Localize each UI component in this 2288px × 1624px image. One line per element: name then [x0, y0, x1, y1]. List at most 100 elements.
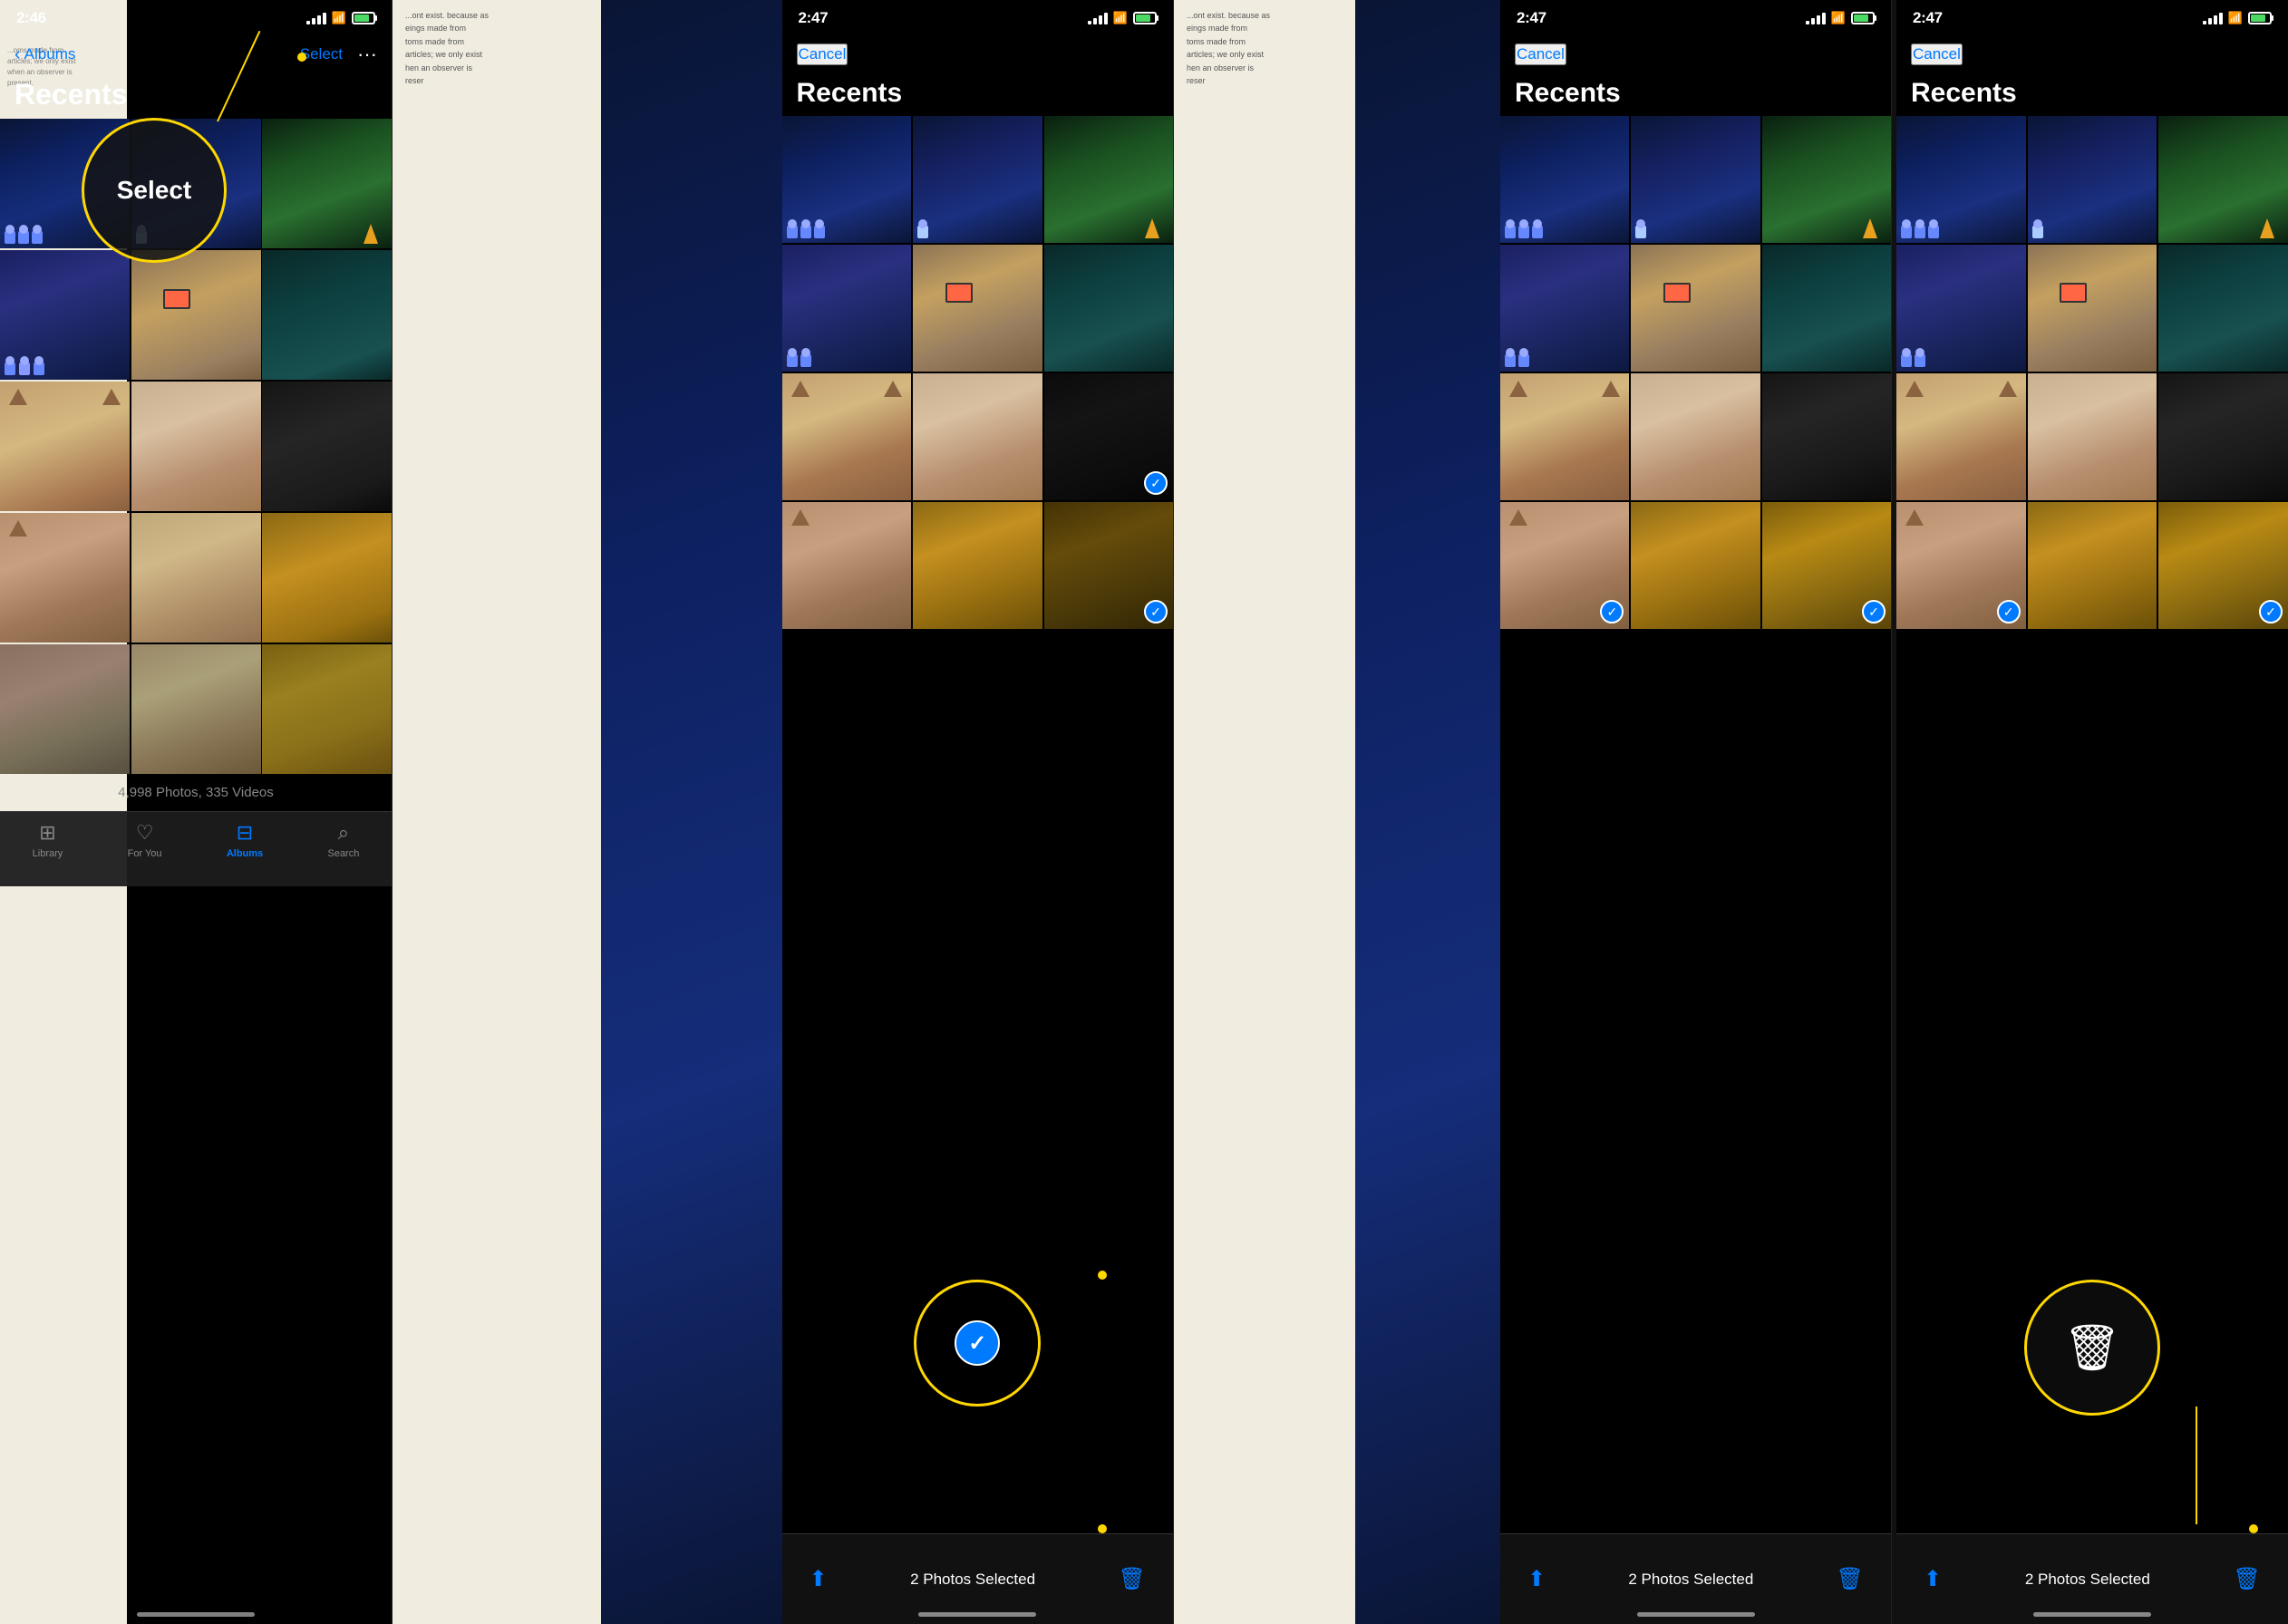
nav-3a: Cancel [1500, 34, 1891, 74]
tab-search[interactable]: ⌕ Search [327, 821, 359, 859]
p2-cell-5[interactable] [913, 245, 1042, 372]
tab-search-label: Search [327, 848, 359, 859]
status-bar-1: 2:46 📶 [0, 0, 392, 34]
photo-cell-1-5[interactable] [131, 250, 261, 380]
share-icon-2[interactable]: ⬆ [810, 1566, 828, 1592]
p2-cell-12-selected[interactable]: ✓ [1044, 502, 1174, 629]
p3a-cell-10[interactable]: ✓ [1500, 502, 1629, 629]
tab-library[interactable]: ⊞ Library [33, 821, 63, 859]
select-check-1: ✓ [1144, 471, 1168, 495]
back-button-1[interactable]: ‹ Albums [15, 44, 75, 65]
wifi-icon-2: 📶 [1113, 11, 1128, 25]
photo-cell-1-3[interactable] [262, 119, 392, 248]
select-check-3a: ✓ [1600, 600, 1624, 624]
chevron-left-icon: ‹ [15, 44, 21, 65]
photo-cell-1-14[interactable] [131, 644, 261, 774]
nav-actions-1: Select ··· [300, 43, 377, 66]
tab-bar-1: ⊞ Library ♡ For You ⊟ Albums ⌕ Search [0, 811, 392, 886]
albums-icon: ⊟ [237, 821, 253, 845]
time-1: 2:46 [16, 9, 46, 27]
photo-cell-1-9[interactable] [262, 382, 392, 511]
delete-icon-2[interactable]: 🗑 [1119, 1566, 1146, 1592]
select-check-3a-2: ✓ [1862, 600, 1886, 624]
trash-icon-large: 🗑 [2063, 1321, 2120, 1375]
delete-icon-3b[interactable]: 🗑 [2234, 1566, 2261, 1592]
p3a-cell-5[interactable] [1631, 245, 1760, 372]
battery-icon [352, 12, 375, 24]
p3a-cell-8[interactable] [1631, 373, 1760, 500]
panel-3-container: ...ont exist. because as eings made from… [1174, 0, 2288, 1624]
p3b-cell-8[interactable] [2028, 373, 2157, 500]
photo-cell-1-1[interactable] [0, 119, 130, 248]
p3b-cell-1[interactable] [1896, 116, 2026, 243]
select-check-3b-2: ✓ [2259, 600, 2283, 624]
signal-icon-3a [1806, 13, 1826, 24]
cancel-button-3a[interactable]: Cancel [1515, 44, 1566, 65]
cancel-button-3b[interactable]: Cancel [1911, 44, 1963, 65]
article-panel-3: ...ont exist. because as eings made from… [1174, 0, 1500, 1624]
p2-cell-3[interactable] [1044, 116, 1174, 243]
photo-cell-1-2[interactable] [131, 119, 261, 248]
wifi-icon-3b: 📶 [2228, 11, 2243, 25]
wifi-icon: 📶 [332, 11, 346, 25]
check-badge: ✓ [955, 1320, 1000, 1366]
p3b-cell-9[interactable] [2158, 373, 2288, 500]
photo-cell-1-15[interactable] [262, 644, 392, 774]
p3b-cell-6[interactable] [2158, 245, 2288, 372]
p3a-cell-3[interactable] [1762, 116, 1891, 243]
photo-cell-1-8[interactable] [131, 382, 261, 511]
select-button-1[interactable]: Select [300, 45, 343, 63]
callout-line-trash [2196, 1406, 2197, 1524]
share-icon-3a[interactable]: ⬆ [1527, 1566, 1546, 1592]
p2-cell-4[interactable] [782, 245, 912, 372]
p3a-cell-2[interactable] [1631, 116, 1760, 243]
photo-cell-1-12[interactable] [262, 513, 392, 643]
p3a-cell-6[interactable] [1762, 245, 1891, 372]
photo-cell-1-11[interactable] [131, 513, 261, 643]
photo-cell-1-6[interactable] [262, 250, 392, 380]
p3a-cell-1[interactable] [1500, 116, 1629, 243]
p2-cell-8[interactable] [913, 373, 1042, 500]
panel-title-2: Recents [782, 74, 1174, 116]
p3b-cell-7[interactable] [1896, 373, 2026, 500]
p2-cell-1[interactable] [782, 116, 912, 243]
p3b-cell-2[interactable] [2028, 116, 2157, 243]
p2-cell-2[interactable] [913, 116, 1042, 243]
cancel-button-2[interactable]: Cancel [797, 44, 848, 65]
p3b-cell-10[interactable]: ✓ [1896, 502, 2026, 629]
p3a-cell-9[interactable] [1762, 373, 1891, 500]
p2-cell-11[interactable] [913, 502, 1042, 629]
photo-cell-1-13[interactable] [0, 644, 130, 774]
time-3a: 2:47 [1517, 9, 1546, 27]
p3b-cell-12[interactable]: ✓ [2158, 502, 2288, 629]
photo-cell-1-10[interactable] [0, 513, 130, 643]
share-icon-3b[interactable]: ⬆ [1924, 1566, 1942, 1592]
photo-cell-1-4[interactable] [0, 250, 130, 380]
p2-cell-7[interactable] [782, 373, 912, 500]
panel-1: ...oms made from articles; we only exist… [0, 0, 393, 1624]
p2-cell-6[interactable] [1044, 245, 1174, 372]
photo-cell-1-7[interactable] [0, 382, 130, 511]
panel-3a-phone: 2:47 📶 Cancel Recents [1500, 0, 1892, 1624]
battery-icon-3a [1851, 12, 1875, 24]
back-label-1[interactable]: Albums [24, 45, 76, 63]
p3b-cell-4[interactable] [1896, 245, 2026, 372]
tab-albums[interactable]: ⊟ Albums [227, 821, 263, 859]
signal-icon [306, 13, 326, 24]
p3b-cell-5[interactable] [2028, 245, 2157, 372]
tab-for-you[interactable]: ♡ For You [128, 821, 162, 859]
p2-cell-9-selected[interactable]: ✓ [1044, 373, 1174, 500]
tab-albums-label: Albums [227, 848, 263, 859]
p3a-cell-4[interactable] [1500, 245, 1629, 372]
p3a-cell-7[interactable] [1500, 373, 1629, 500]
tab-foryou-label: For You [128, 848, 162, 859]
p3b-cell-3[interactable] [2158, 116, 2288, 243]
more-button-1[interactable]: ··· [357, 43, 377, 66]
p2-cell-10[interactable] [782, 502, 912, 629]
p3a-cell-11[interactable] [1631, 502, 1760, 629]
p3b-cell-11[interactable] [2028, 502, 2157, 629]
panel-title-3a: Recents [1500, 74, 1891, 116]
p3a-cell-12[interactable]: ✓ [1762, 502, 1891, 629]
delete-icon-3a[interactable]: 🗑 [1837, 1566, 1864, 1592]
time-3b: 2:47 [1913, 9, 1943, 27]
